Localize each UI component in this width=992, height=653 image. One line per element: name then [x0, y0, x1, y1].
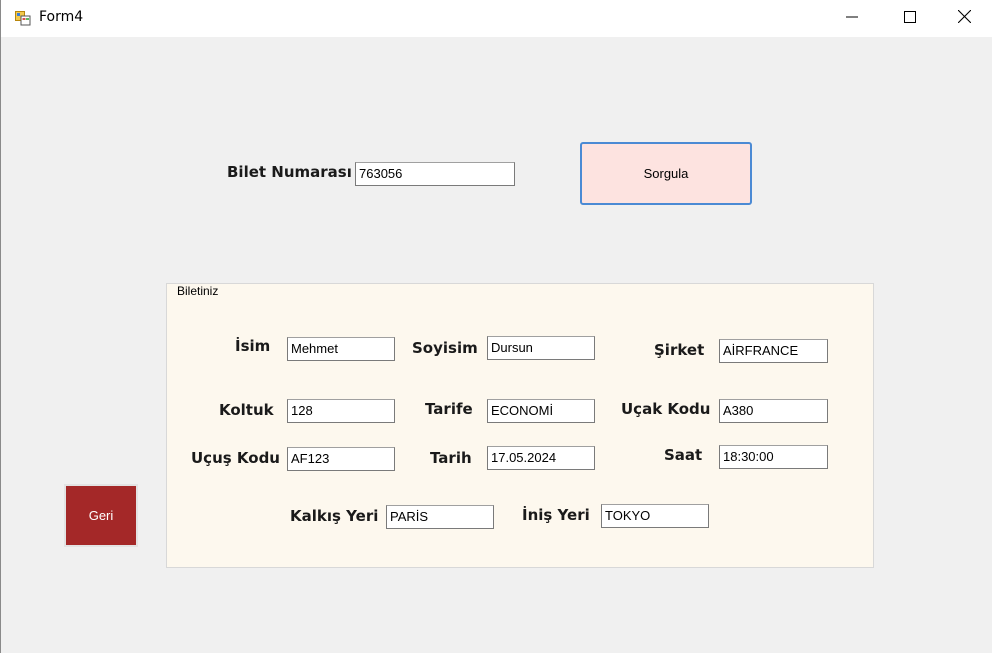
minimize-button[interactable] — [823, 0, 881, 37]
kalkis-yeri-label: Kalkış Yeri — [290, 507, 379, 525]
window-title: Form4 — [39, 9, 84, 25]
close-button[interactable] — [935, 0, 992, 37]
bilet-numarasi-label: Bilet Numarası — [227, 163, 352, 181]
sirket-label: Şirket — [654, 341, 705, 359]
isim-label: İsim — [235, 337, 271, 355]
maximize-icon — [904, 10, 916, 28]
minimize-icon — [846, 10, 858, 28]
sorgula-button-label: Sorgula — [643, 166, 689, 181]
ucus-kodu-field[interactable]: AF123 — [287, 447, 395, 471]
app-icon — [15, 10, 31, 26]
tarife-field[interactable]: ECONOMİ — [487, 399, 595, 423]
tarih-field[interactable]: 17.05.2024 — [487, 446, 595, 470]
ticket-group-title: Biletiniz — [175, 284, 221, 298]
bilet-numarasi-input[interactable]: 763056 — [355, 162, 515, 186]
maximize-button[interactable] — [881, 0, 939, 37]
geri-button[interactable]: Geri — [64, 484, 138, 547]
inis-yeri-field[interactable]: TOKYO — [601, 504, 709, 528]
sirket-field[interactable]: AİRFRANCE — [719, 339, 828, 363]
koltuk-label: Koltuk — [219, 401, 274, 419]
ucus-kodu-label: Uçuş Kodu — [191, 449, 280, 467]
saat-field[interactable]: 18:30:00 — [719, 445, 828, 469]
geri-button-label: Geri — [88, 508, 114, 523]
isim-field[interactable]: Mehmet — [287, 337, 395, 361]
soyisim-field[interactable]: Dursun — [487, 336, 595, 360]
saat-label: Saat — [664, 446, 703, 464]
ucak-kodu-label: Uçak Kodu — [621, 400, 711, 418]
kalkis-yeri-field[interactable]: PARİS — [386, 505, 494, 529]
soyisim-label: Soyisim — [412, 339, 478, 357]
tarife-label: Tarife — [425, 400, 473, 418]
form-window: Form4 Bilet Numarası 763056 Sorgula Bile… — [0, 0, 992, 653]
close-icon — [957, 9, 971, 28]
inis-yeri-label: İniş Yeri — [522, 506, 590, 524]
ucak-kodu-field[interactable]: A380 — [719, 399, 828, 423]
sorgula-button[interactable]: Sorgula — [580, 142, 752, 205]
ticket-groupbox — [166, 283, 874, 568]
tarih-label: Tarih — [430, 449, 472, 467]
koltuk-field[interactable]: 128 — [287, 399, 395, 423]
title-bar: Form4 — [1, 0, 992, 37]
